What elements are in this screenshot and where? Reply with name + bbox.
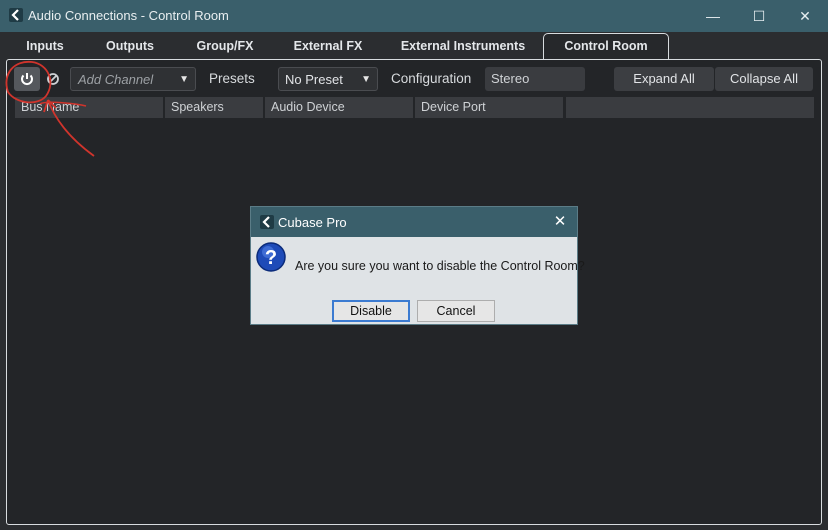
no-entry-icon [47, 73, 59, 85]
dialog-titlebar: Cubase Pro ✕ [251, 207, 577, 237]
tab-external-fx[interactable]: External FX [285, 34, 371, 59]
cancel-button[interactable]: Cancel [417, 300, 495, 322]
window-title: Audio Connections - Control Room [28, 8, 229, 23]
dialog-message: Are you sure you want to disable the Con… [295, 259, 585, 273]
preset-value: No Preset [285, 72, 343, 87]
tab-control-room[interactable]: Control Room [543, 33, 669, 60]
tab-bar: Inputs Outputs Group/FX External FX Exte… [0, 32, 828, 60]
collapse-all-button[interactable]: Collapse All [715, 67, 813, 91]
maximize-button[interactable]: ☐ [736, 0, 782, 32]
confirm-dialog: Cubase Pro ✕ ? Are you sure you want to … [250, 206, 585, 325]
activate-control-room-button[interactable] [14, 67, 40, 91]
column-extra [566, 97, 814, 118]
tab-outputs[interactable]: Outputs [96, 34, 164, 59]
tab-external-instruments[interactable]: External Instruments [393, 34, 533, 59]
cubase-logo-icon [260, 215, 274, 229]
disable-button[interactable] [41, 67, 65, 91]
column-speakers[interactable]: Speakers [165, 97, 263, 118]
column-audio-device[interactable]: Audio Device [265, 97, 413, 118]
power-icon [21, 73, 33, 85]
expand-all-button[interactable]: Expand All [614, 67, 714, 91]
column-bus-name[interactable]: Bus Name [15, 97, 163, 118]
cubase-logo-icon [9, 8, 23, 22]
dialog-body: ? Are you sure you want to disable the C… [251, 237, 585, 324]
window-titlebar: Audio Connections - Control Room — ☐ ✕ [0, 0, 828, 32]
svg-text:?: ? [265, 247, 277, 269]
dropdown-arrow-icon: ▼ [179, 74, 189, 85]
tab-inputs[interactable]: Inputs [16, 34, 74, 59]
dialog-close-button[interactable]: ✕ [549, 211, 571, 233]
add-channel-dropdown[interactable]: Add Channel ▼ [70, 67, 196, 91]
preset-select[interactable]: No Preset ▼ [278, 67, 378, 91]
configuration-label: Configuration [391, 71, 472, 86]
disable-confirm-button[interactable]: Disable [332, 300, 410, 322]
tab-group-fx[interactable]: Group/FX [186, 34, 264, 59]
question-icon: ? [256, 242, 286, 272]
column-device-port[interactable]: Device Port [415, 97, 563, 118]
minimize-button[interactable]: — [690, 0, 736, 32]
configuration-value: Stereo [491, 71, 530, 86]
dropdown-arrow-icon: ▼ [361, 74, 371, 85]
close-button[interactable]: ✕ [782, 0, 828, 32]
configuration-field: Stereo [485, 67, 585, 91]
add-channel-label: Add Channel [78, 72, 154, 87]
dialog-title: Cubase Pro [278, 215, 347, 230]
presets-label: Presets [209, 71, 255, 86]
